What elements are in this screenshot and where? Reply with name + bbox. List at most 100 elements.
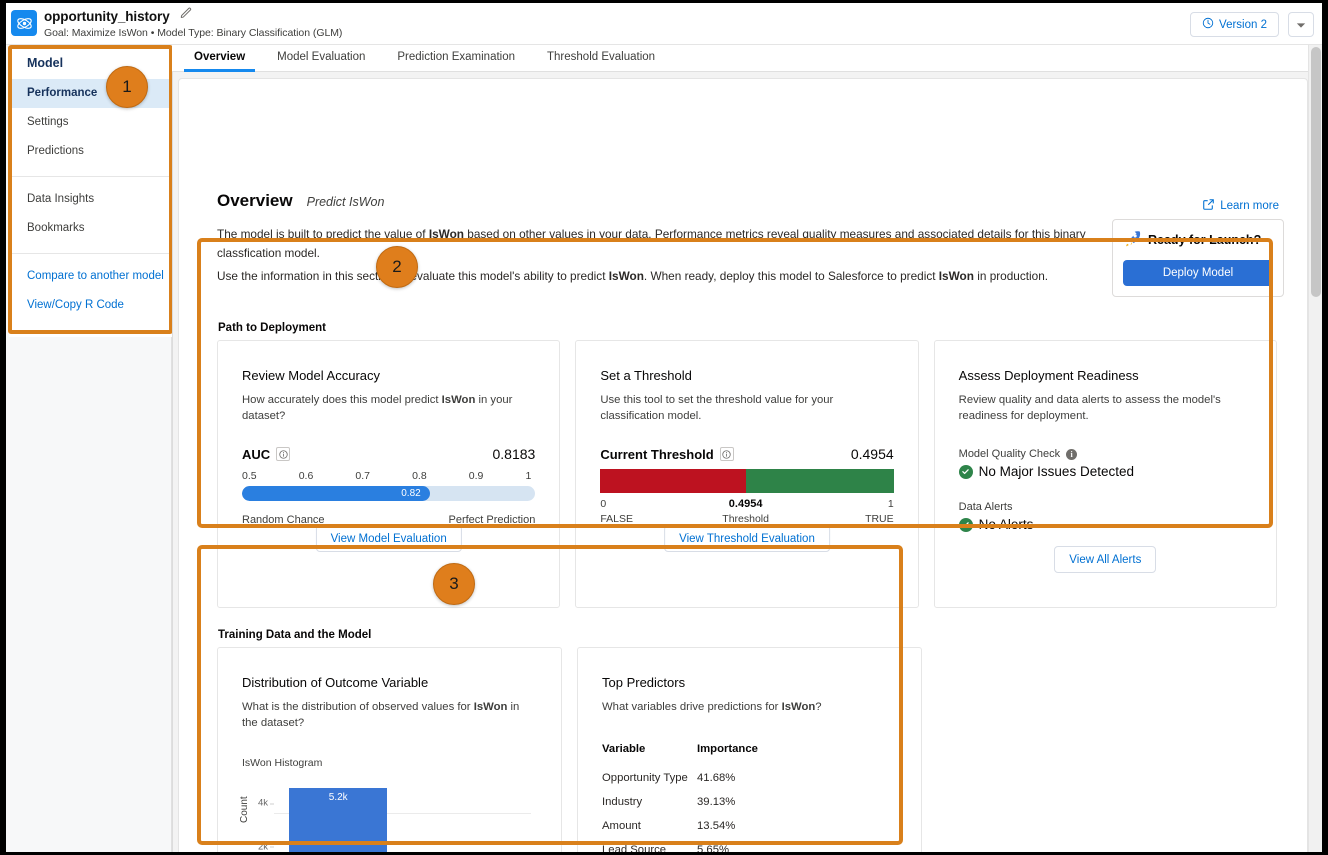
- sidebar-item-bookmarks[interactable]: Bookmarks: [9, 214, 172, 243]
- top-predictors-card: Top Predictors What variables drive pred…: [577, 647, 922, 852]
- threshold-right-value: 1: [865, 497, 894, 512]
- auc-tick: 0.9: [469, 470, 484, 482]
- browser-viewport: opportunity_history Goal: Maximize IsWon…: [6, 3, 1322, 852]
- chart-y-tick: 2k: [258, 841, 268, 852]
- page-scrollbar[interactable]: [1308, 45, 1322, 852]
- threshold-right-label: TRUE: [865, 512, 894, 527]
- model-quality-group: Model Quality Check i No Major Issues De…: [959, 448, 1252, 479]
- auc-label-group: AUC: [242, 447, 290, 462]
- text-part: The model is built to predict the value …: [217, 227, 429, 241]
- annotation-badge-1: 1: [106, 66, 148, 108]
- cell-variable: Opportunity Type: [602, 766, 697, 790]
- auc-label: AUC: [242, 447, 270, 462]
- table-header: Variable Importance: [602, 743, 897, 766]
- external-link-icon: [1202, 198, 1215, 214]
- version-button[interactable]: Version 2: [1190, 12, 1279, 37]
- card-title: Distribution of Outcome Variable: [242, 675, 537, 690]
- ready-for-launch-card: Ready for Launch? Deploy Model: [1112, 219, 1284, 297]
- main-content: Overview Model Evaluation Prediction Exa…: [172, 45, 1322, 852]
- overview-card: Overview Predict IsWon The model is buil…: [178, 78, 1308, 852]
- auc-progress-fill: 0.82: [242, 486, 430, 501]
- sidebar-heading: Model: [9, 45, 172, 79]
- launch-header: Ready for Launch?: [1123, 229, 1273, 251]
- auc-left-endpoint: Random Chance: [242, 514, 325, 526]
- deploy-model-button[interactable]: Deploy Model: [1123, 260, 1273, 286]
- training-cards-row: Distribution of Outcome Variable What is…: [211, 647, 1283, 852]
- card-title: Set a Threshold: [600, 368, 893, 383]
- tab-model-evaluation[interactable]: Model Evaluation: [261, 51, 381, 71]
- sidebar-link-compare-model[interactable]: Compare to another model: [9, 262, 172, 291]
- threshold-true-segment: [746, 469, 894, 493]
- view-threshold-evaluation-button[interactable]: View Threshold Evaluation: [664, 525, 830, 552]
- threshold-left-labels: 0 FALSE: [600, 497, 633, 527]
- sidebar-divider-2: [9, 253, 172, 254]
- iswon-histogram-chart: Count 02k4k5.2kFALSE1.9kTRUE IsWon: [242, 775, 537, 852]
- table-row: Lead Source5.65%: [602, 838, 897, 852]
- sidebar-item-predictions[interactable]: Predictions: [9, 137, 172, 166]
- cell-variable: Industry: [602, 790, 697, 814]
- model-quality-status: No Major Issues Detected: [959, 464, 1252, 479]
- assess-deployment-readiness-card: Assess Deployment Readiness Review quali…: [934, 340, 1277, 608]
- sidebar-item-label: Predictions: [27, 145, 84, 157]
- sidebar-item-label: Performance: [27, 87, 97, 99]
- overview-paragraph-1: The model is built to predict the value …: [217, 225, 1097, 263]
- card-description: What is the distribution of observed val…: [242, 699, 537, 731]
- learn-more-label: Learn more: [1220, 200, 1279, 212]
- auc-metric-row: AUC: [242, 446, 535, 462]
- section-label: Path to Deployment: [211, 317, 1283, 340]
- view-all-alerts-button[interactable]: View All Alerts: [1054, 546, 1156, 573]
- cell-importance: 39.13%: [697, 790, 897, 814]
- tab-threshold-evaluation[interactable]: Threshold Evaluation: [531, 51, 671, 71]
- threshold-bar[interactable]: [600, 469, 893, 493]
- tab-overview[interactable]: Overview: [178, 51, 261, 71]
- pencil-icon[interactable]: [180, 6, 192, 24]
- overview-subtitle: Predict IsWon: [307, 195, 385, 209]
- distribution-of-outcome-variable-card: Distribution of Outcome Variable What is…: [217, 647, 562, 852]
- tab-label: Overview: [194, 51, 245, 63]
- sidebar-item-data-insights[interactable]: Data Insights: [9, 185, 172, 214]
- annotation-badge-2: 2: [376, 246, 418, 288]
- text-part: What is the distribution of observed val…: [242, 701, 474, 713]
- auc-right-endpoint: Perfect Prediction: [449, 514, 536, 526]
- auc-tick: 0.5: [242, 470, 257, 482]
- cell-importance: 5.65%: [697, 838, 897, 852]
- sidebar-item-settings[interactable]: Settings: [9, 108, 172, 137]
- data-alerts-value: No Alerts: [979, 517, 1034, 532]
- version-dropdown-button[interactable]: [1288, 12, 1314, 37]
- sidebar-item-label: Data Insights: [27, 193, 94, 205]
- model-subtitle: Goal: Maximize IsWon • Model Type: Binar…: [44, 27, 342, 39]
- sidebar-item-label: Bookmarks: [27, 222, 85, 234]
- card-title: Review Model Accuracy: [242, 368, 535, 383]
- cell-variable: Lead Source: [602, 838, 697, 852]
- threshold-false-segment: [600, 469, 745, 493]
- card-description: Review quality and data alerts to assess…: [959, 392, 1252, 424]
- data-alerts-label: Data Alerts: [959, 501, 1013, 513]
- app-header: opportunity_history Goal: Maximize IsWon…: [6, 3, 1322, 45]
- chart-bar[interactable]: 5.2k: [289, 788, 387, 852]
- table-row: Amount13.54%: [602, 814, 897, 838]
- cell-importance: 13.54%: [697, 814, 897, 838]
- einstein-atom-icon: [11, 10, 37, 36]
- text-part: . When ready, deploy this model to Sales…: [644, 269, 939, 283]
- check-circle-icon: [959, 465, 973, 479]
- table-row: Opportunity Type41.68%: [602, 766, 897, 790]
- tab-bar: Overview Model Evaluation Prediction Exa…: [172, 45, 1322, 72]
- threshold-right-labels: 1 TRUE: [865, 497, 894, 527]
- threshold-value: 0.4954: [851, 446, 894, 462]
- auc-tick-labels: 0.5 0.6 0.7 0.8 0.9 1: [242, 470, 535, 482]
- path-cards-row: Review Model Accuracy How accurately doe…: [211, 340, 1283, 614]
- version-label: Version 2: [1219, 19, 1267, 31]
- view-model-evaluation-button[interactable]: View Model Evaluation: [316, 525, 462, 552]
- info-icon[interactable]: i: [1066, 449, 1077, 460]
- info-icon[interactable]: [720, 447, 734, 461]
- learn-more-link[interactable]: Learn more: [1202, 198, 1279, 214]
- page-scrollbar-thumb[interactable]: [1311, 47, 1321, 297]
- card-description: What variables drive predictions for IsW…: [602, 699, 897, 715]
- text-bold: IsWon: [782, 701, 816, 713]
- info-icon[interactable]: [276, 447, 290, 461]
- overview-title: Overview: [217, 191, 293, 211]
- sidebar-link-view-r-code[interactable]: View/Copy R Code: [9, 291, 172, 320]
- threshold-mid-value: 0.4954: [729, 498, 763, 510]
- tab-prediction-examination[interactable]: Prediction Examination: [381, 51, 531, 71]
- training-data-section: Training Data and the Model Distribution…: [211, 624, 1283, 852]
